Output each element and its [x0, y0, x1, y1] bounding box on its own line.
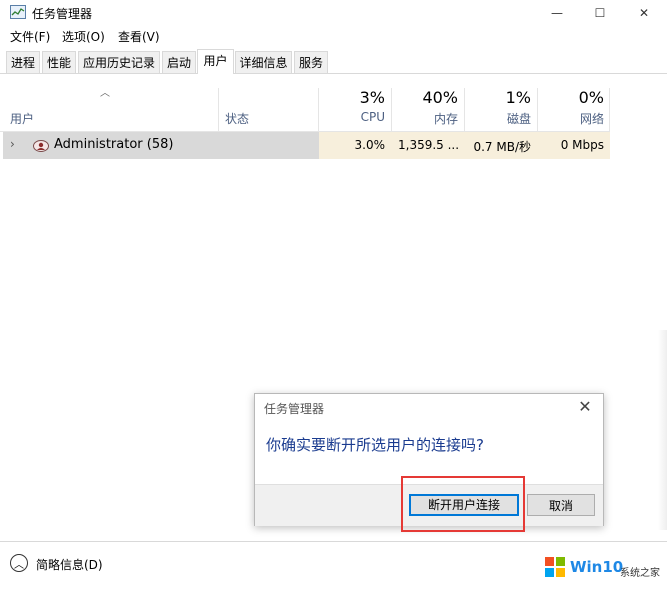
tab-services[interactable]: 服务 — [294, 51, 328, 73]
menu-view[interactable]: 查看(V) — [118, 27, 160, 47]
dialog-close-icon[interactable]: ✕ — [575, 397, 595, 417]
maximize-button[interactable]: ☐ — [578, 0, 622, 26]
tab-startup[interactable]: 启动 — [162, 51, 196, 73]
dialog-title: 任务管理器 — [264, 402, 325, 416]
highlight-box — [401, 476, 525, 532]
column-divider — [391, 88, 392, 133]
dialog-message: 你确实要断开所选用户的连接吗? — [266, 436, 484, 454]
tab-app-history[interactable]: 应用历史记录 — [78, 51, 160, 73]
fewer-details-link[interactable]: 简略信息(D) — [36, 556, 103, 573]
column-cpu[interactable]: CPU — [330, 110, 385, 124]
column-header: ︿ 用户 状态 3% CPU 40% 内存 1% 磁盘 0% 网络 — [0, 75, 667, 133]
column-divider — [218, 88, 219, 133]
network-percent: 0% — [578, 88, 604, 107]
task-manager-icon — [10, 5, 26, 19]
chevron-right-icon[interactable]: › — [10, 137, 15, 151]
windows-logo-icon — [545, 557, 565, 577]
tab-processes[interactable]: 进程 — [6, 51, 40, 73]
column-network[interactable]: 网络 — [545, 110, 604, 127]
column-user[interactable]: 用户 — [10, 110, 34, 127]
cpu-percent: 3% — [359, 88, 385, 107]
tab-strip: 进程 性能 应用历史记录 启动 用户 详细信息 服务 — [0, 49, 667, 74]
column-divider — [537, 88, 538, 133]
row-network: 0 Mbps — [560, 138, 604, 152]
row-disk: 0.7 MB/秒 — [473, 140, 531, 154]
sort-arrow-icon: ︿ — [100, 88, 110, 99]
disk-percent: 1% — [505, 88, 531, 107]
tab-performance[interactable]: 性能 — [42, 51, 76, 73]
close-button[interactable]: ✕ — [622, 0, 666, 26]
column-status[interactable]: 状态 — [225, 110, 249, 127]
minimize-button[interactable]: — — [535, 0, 579, 26]
user-avatar-icon — [33, 140, 49, 152]
watermark-sub: 系统之家 — [620, 568, 660, 579]
window-edge — [658, 330, 667, 530]
chevron-up-icon[interactable]: ︿ — [10, 554, 28, 572]
tab-details[interactable]: 详细信息 — [235, 51, 292, 73]
tab-users[interactable]: 用户 — [197, 49, 234, 74]
menu-options[interactable]: 选项(O) — [62, 27, 105, 47]
menu-file[interactable]: 文件(F) — [10, 27, 50, 47]
user-name: Administrator (58) — [54, 137, 174, 152]
row-memory: 1,359.5 ... — [398, 138, 460, 152]
row-cpu: 3.0% — [354, 138, 386, 152]
column-divider — [464, 88, 465, 133]
column-disk[interactable]: 磁盘 — [470, 110, 531, 127]
window-title: 任务管理器 — [32, 7, 93, 21]
column-memory[interactable]: 内存 — [400, 110, 458, 127]
column-divider — [318, 88, 319, 133]
memory-percent: 40% — [422, 88, 458, 107]
column-divider — [609, 88, 610, 133]
cancel-button[interactable]: 取消 — [527, 494, 595, 516]
title-bar: 任务管理器 — ☐ ✕ — [0, 0, 667, 26]
watermark-brand: Win10 — [570, 558, 624, 576]
